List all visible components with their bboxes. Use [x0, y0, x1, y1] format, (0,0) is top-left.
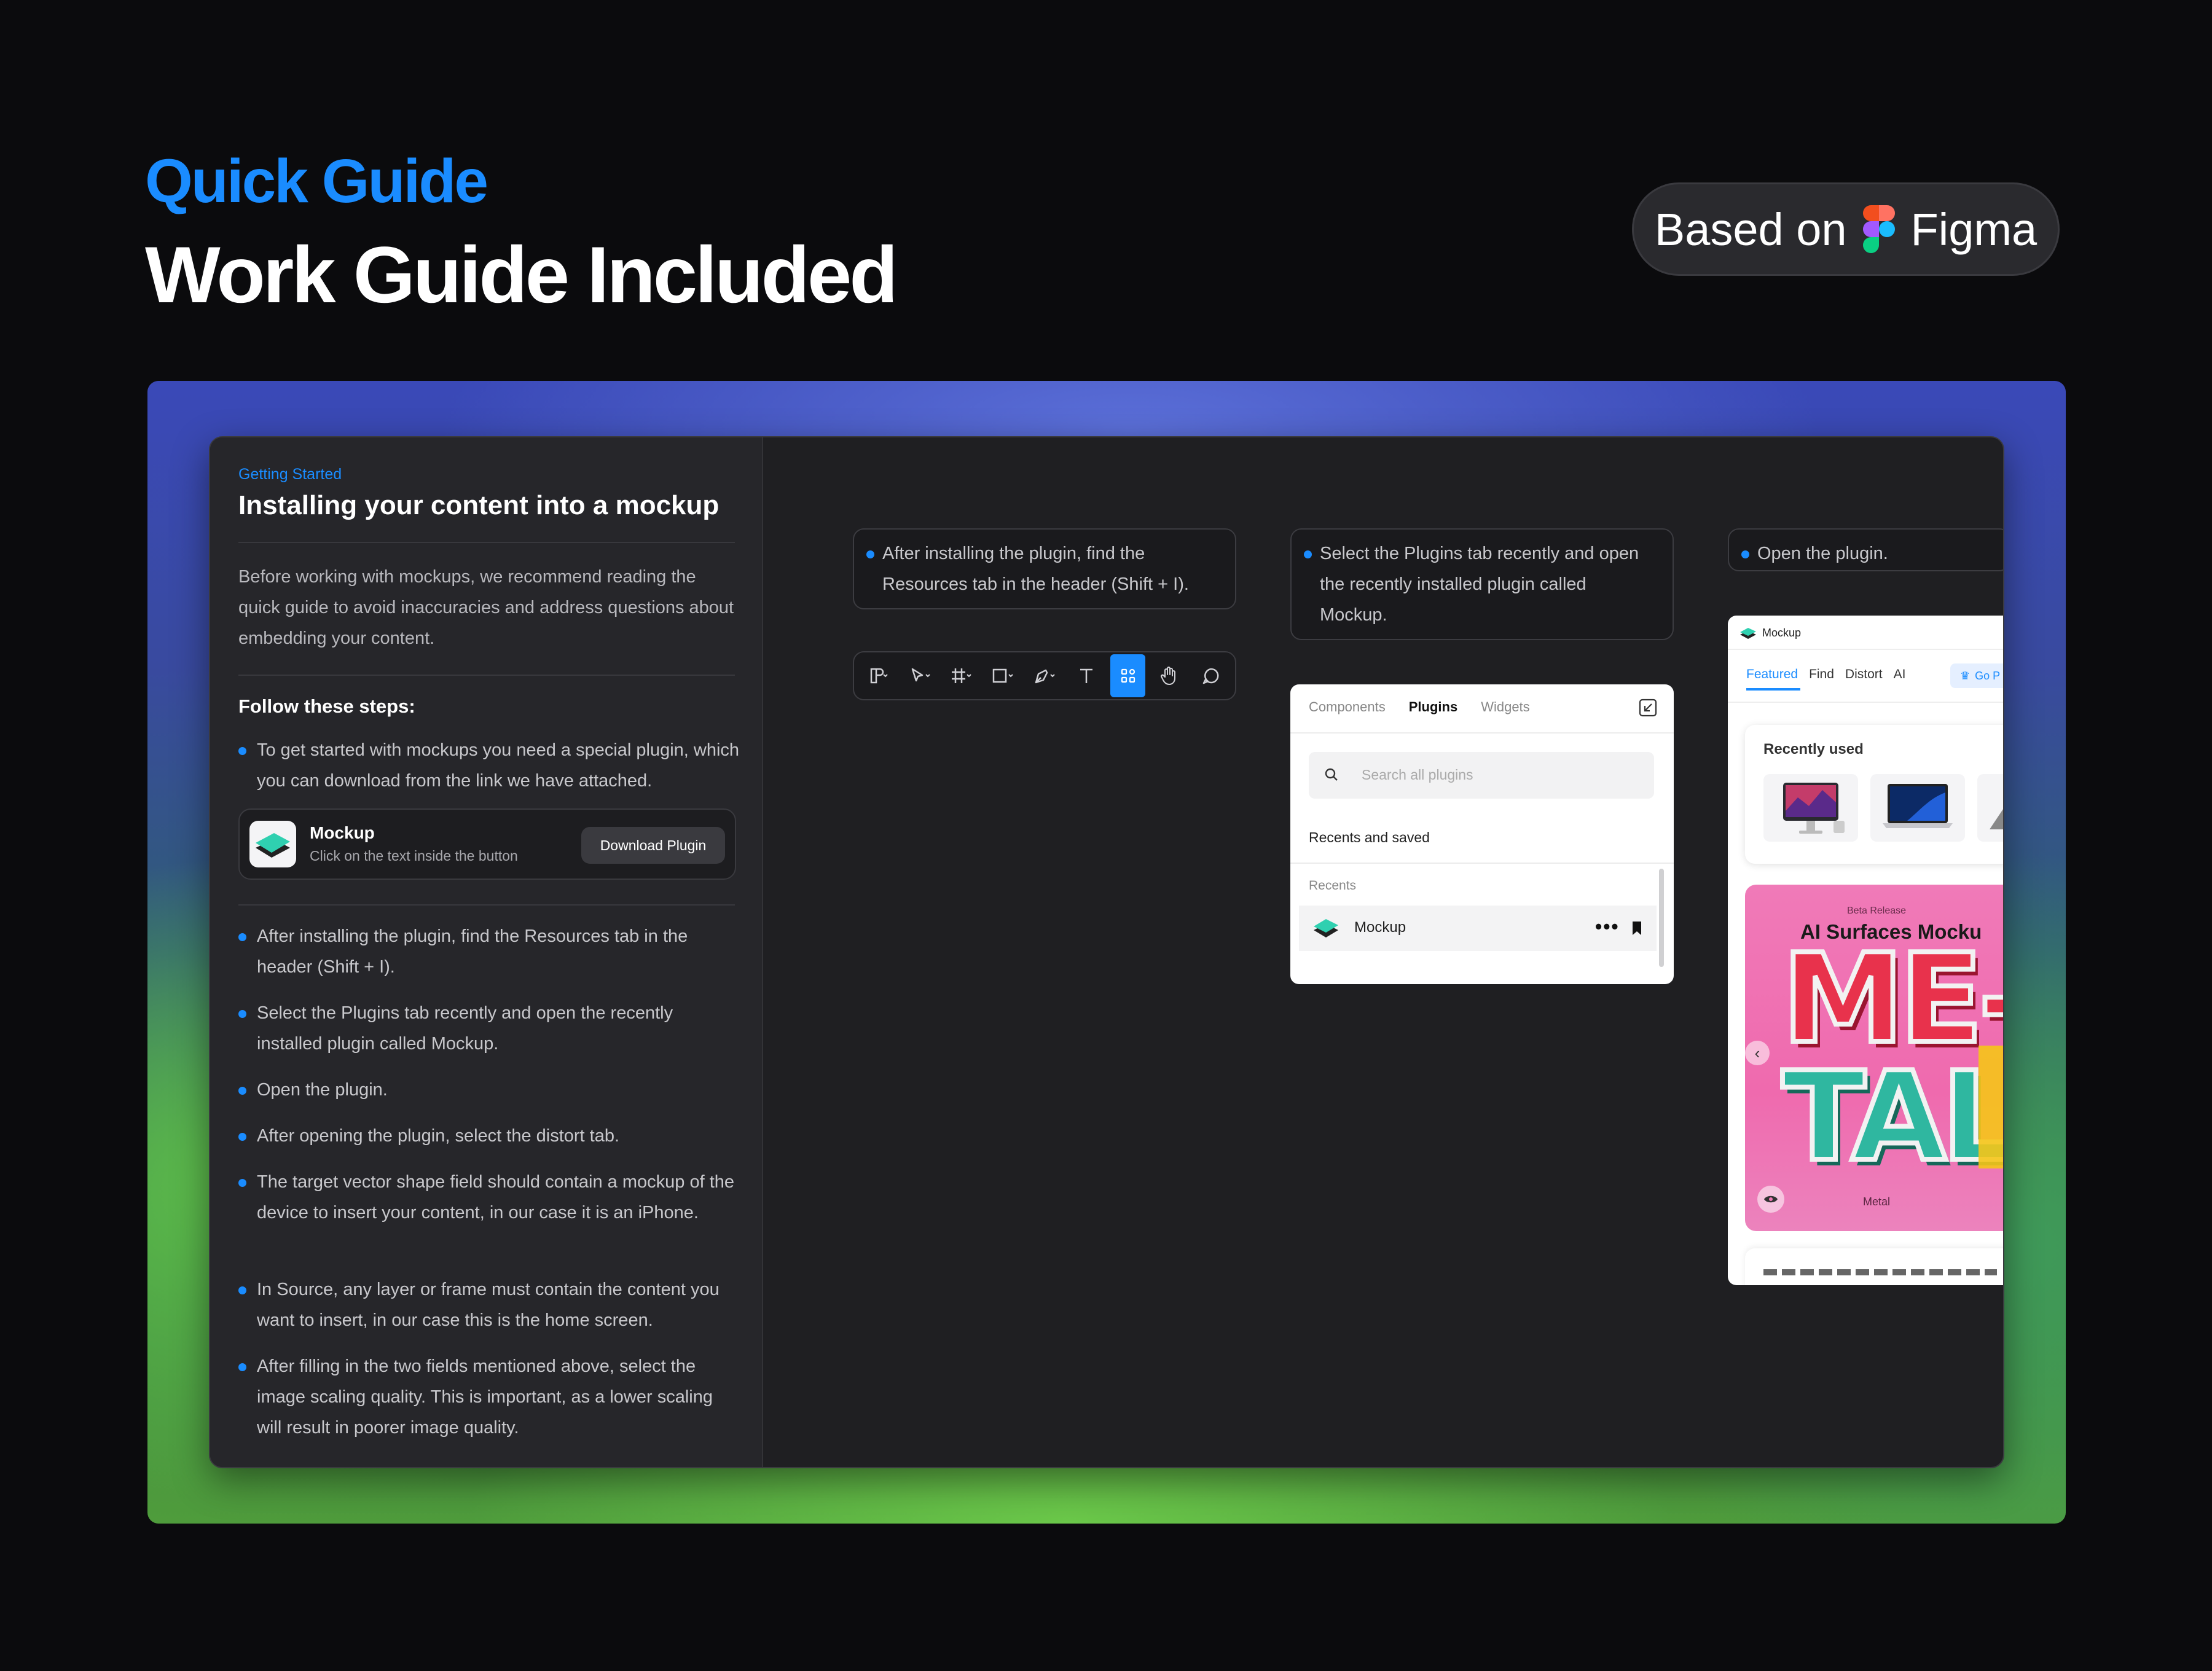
crown-icon: ♛	[1960, 669, 1971, 682]
guide-window: Getting Started Installing your content …	[209, 436, 2004, 1468]
step-item: The target vector shape field should con…	[238, 1167, 742, 1228]
banner-tag: Beta Release	[1846, 906, 1907, 916]
recently-used-heading: Recently used	[1763, 741, 1864, 757]
tab-plugins[interactable]: Plugins	[1409, 699, 1457, 715]
tab-components[interactable]: Components	[1309, 699, 1386, 715]
divider	[238, 542, 735, 543]
step-item: Select the Plugins tab recently and open…	[238, 998, 742, 1059]
plugin-card-hint: Click on the text inside the button	[310, 848, 518, 864]
banner-caption: Metal	[1862, 1196, 1891, 1208]
banner-art-line-2: TAL	[1779, 1043, 2004, 1191]
callout-step-1: After installing the plugin, find the Re…	[853, 528, 1236, 609]
panel-intro: Before working with mockups, we recommen…	[238, 567, 734, 648]
divider	[1728, 702, 2003, 703]
plugin-tabs: Featured Find Distort AI	[1746, 667, 1905, 682]
download-plugin-button[interactable]: Download Plugin	[581, 827, 725, 864]
frame-tool-icon[interactable]	[944, 654, 979, 697]
divider	[1728, 649, 2003, 650]
search-placeholder: Search all plugins	[1362, 767, 1473, 783]
guide-panel: Getting Started Installing your content …	[210, 437, 763, 1467]
tool-name: Figma	[1910, 203, 2037, 255]
panel-eyebrow: Getting Started	[238, 466, 342, 483]
step-item: After filling in the two fields mentione…	[238, 1351, 742, 1443]
bookmark-icon[interactable]	[1631, 920, 1643, 939]
plugin-search-field[interactable]: Search all plugins	[1309, 752, 1654, 799]
next-card-title-peek	[1763, 1269, 1997, 1275]
carousel-prev-icon[interactable]: ‹	[1745, 1041, 1770, 1065]
text-tool-icon[interactable]	[1069, 654, 1104, 697]
go-pro-label: Go P	[1975, 669, 2001, 682]
recents-saved-heading: Recents and saved	[1309, 829, 1430, 845]
resources-panel: Components Plugins Widgets Search all pl…	[1290, 684, 1674, 984]
steps-heading: Follow these steps:	[238, 695, 415, 717]
tab-find[interactable]: Find	[1809, 667, 1834, 682]
comment-icon[interactable]	[1193, 654, 1229, 697]
figma-toolbar	[853, 651, 1236, 700]
page-title: Work Guide Included	[145, 230, 898, 319]
panel-title: Installing your content into a mockup	[238, 490, 720, 520]
macbook-thumbnail[interactable]	[1870, 774, 1965, 842]
divider	[1290, 863, 1674, 864]
figma-logo-icon	[1862, 205, 1895, 253]
imac-thumbnail[interactable]	[1763, 774, 1858, 842]
mockup-plugin-icon	[1739, 625, 1757, 644]
next-card-peek	[1745, 1248, 2003, 1285]
resources-tabs: Components Plugins Widgets	[1309, 699, 1530, 715]
step-item: After installing the plugin, find the Re…	[238, 921, 742, 982]
based-on-badge: Based on Figma	[1632, 182, 2060, 276]
callout-step-3: Open the plugin.	[1728, 528, 2003, 571]
mockup-plugin-icon	[1311, 914, 1341, 944]
plugin-list-item-name: Mockup	[1354, 919, 1406, 936]
tab-distort[interactable]: Distort	[1845, 667, 1883, 682]
active-tab-indicator	[1746, 688, 1800, 691]
step-item: Open the plugin.	[238, 1074, 742, 1105]
figma-menu-icon[interactable]	[860, 654, 896, 697]
step-item: To get started with mockups you need a s…	[238, 735, 742, 796]
scrollbar[interactable]	[1659, 869, 1664, 967]
banner-art-accent	[1979, 1046, 2003, 1168]
pen-tool-icon[interactable]	[1027, 654, 1062, 697]
search-icon	[1324, 767, 1339, 786]
more-options-icon[interactable]: •••	[1595, 915, 1620, 938]
recents-heading: Recents	[1309, 879, 1357, 893]
page-kicker: Quick Guide	[145, 147, 488, 216]
mockup-plugin-icon	[249, 821, 296, 867]
resources-icon[interactable]	[1110, 654, 1146, 697]
plugin-list-item[interactable]: Mockup •••	[1299, 906, 1657, 951]
tab-widgets[interactable]: Widgets	[1481, 699, 1529, 715]
rectangle-tool-icon[interactable]	[985, 654, 1021, 697]
move-tool-icon[interactable]	[902, 654, 938, 697]
plugin-card-name: Mockup	[310, 823, 375, 842]
divider	[238, 904, 735, 906]
collapse-panel-icon[interactable]	[1638, 698, 1658, 718]
tab-ai[interactable]: AI	[1894, 667, 1906, 682]
hand-tool-icon[interactable]	[1151, 654, 1187, 697]
divider	[1290, 732, 1674, 734]
step-item: After opening the plugin, select the dis…	[238, 1121, 742, 1151]
plugin-window: Mockup Featured Find Distort AI ♛ Go P Re…	[1728, 616, 2004, 1285]
device-thumbnail[interactable]	[1977, 774, 2003, 842]
featured-banner[interactable]: Beta Release AI Surfaces Mocku ME- TAL ‹…	[1745, 885, 2004, 1231]
tab-featured[interactable]: Featured	[1746, 667, 1798, 682]
preview-eye-icon[interactable]	[1757, 1186, 1784, 1213]
callout-step-2: Select the Plugins tab recently and open…	[1290, 528, 1674, 640]
recently-used-card: Recently used	[1745, 725, 2003, 864]
go-pro-button[interactable]: ♛ Go P	[1950, 663, 2003, 688]
based-on-label: Based on	[1654, 203, 1847, 255]
divider	[238, 675, 735, 676]
step-item: In Source, any layer or frame must conta…	[238, 1274, 742, 1336]
plugin-window-title: Mockup	[1762, 627, 1802, 639]
plugin-card: Mockup Click on the text inside the butt…	[238, 808, 736, 880]
